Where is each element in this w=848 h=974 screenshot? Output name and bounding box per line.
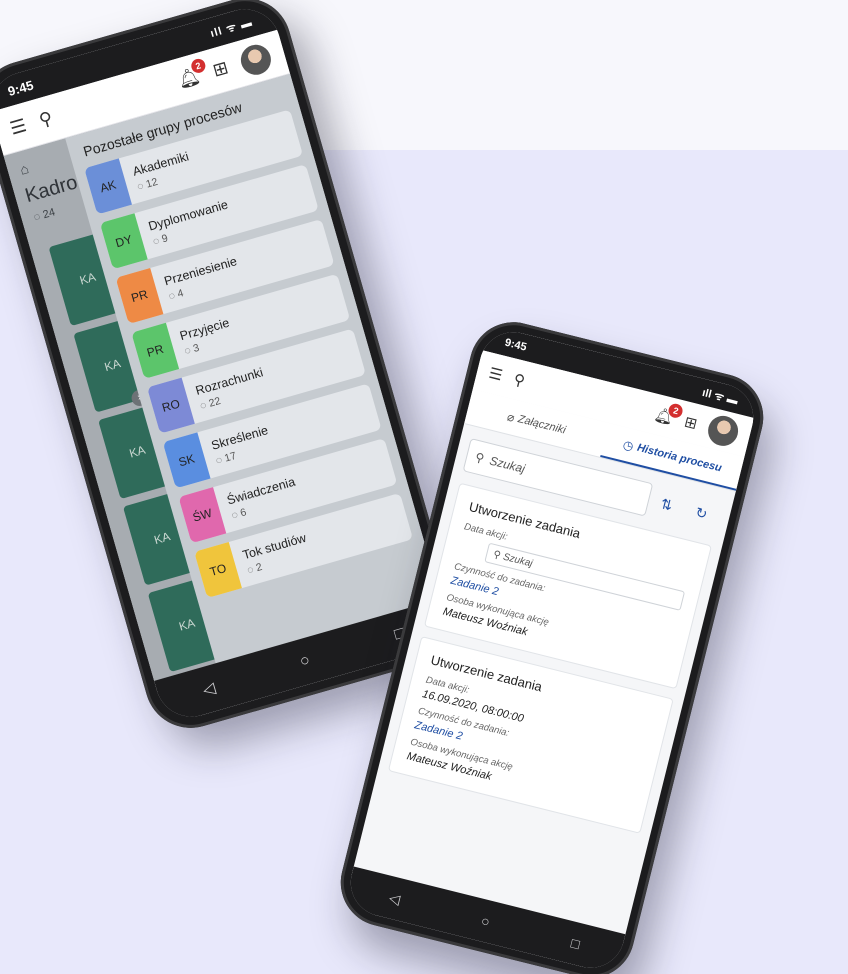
bell-icon[interactable]: 🔔︎ 2: [175, 57, 207, 91]
menu-icon[interactable]: ☰: [8, 115, 29, 140]
back-icon[interactable]: ◁: [387, 889, 402, 908]
avatar[interactable]: [704, 412, 742, 450]
home-icon[interactable]: ⌂: [18, 160, 31, 178]
apps-grid-icon[interactable]: ⊞: [683, 413, 700, 434]
notification-badge: 2: [667, 402, 685, 420]
menu-icon[interactable]: ☰: [487, 364, 504, 385]
status-time: 9:45: [5, 76, 36, 99]
date-filter-placeholder: Szukaj: [501, 551, 534, 570]
refresh-icon[interactable]: ↻: [682, 501, 721, 526]
back-icon[interactable]: ◁: [200, 678, 218, 701]
status-icons: ıll ᯤ ▬: [701, 386, 740, 407]
paperclip-icon: ⌀: [505, 408, 516, 425]
notification-badge: 2: [189, 57, 207, 75]
recents-icon[interactable]: □: [569, 935, 581, 953]
search-icon[interactable]: ⚲: [512, 370, 527, 390]
bell-icon[interactable]: 🔔︎ 2: [652, 402, 685, 427]
home-nav-icon[interactable]: ○: [480, 912, 492, 930]
apps-grid-icon[interactable]: ⊞: [210, 57, 230, 81]
sort-icon[interactable]: ⇅: [647, 492, 686, 517]
search-placeholder: Szukaj: [488, 453, 527, 476]
home-nav-icon[interactable]: ○: [298, 652, 312, 672]
tab-label: Załączniki: [516, 412, 568, 437]
page-count: ◌ 24: [32, 206, 57, 224]
page-title: Kadro: [22, 171, 81, 208]
search-icon[interactable]: ⚲: [37, 108, 55, 132]
status-time: 9:45: [503, 336, 528, 354]
search-icon: ⚲: [473, 449, 486, 466]
clock-icon: ◷: [621, 436, 636, 453]
status-icons: ıll ᯤ ▬: [208, 16, 254, 40]
avatar[interactable]: [237, 40, 275, 78]
